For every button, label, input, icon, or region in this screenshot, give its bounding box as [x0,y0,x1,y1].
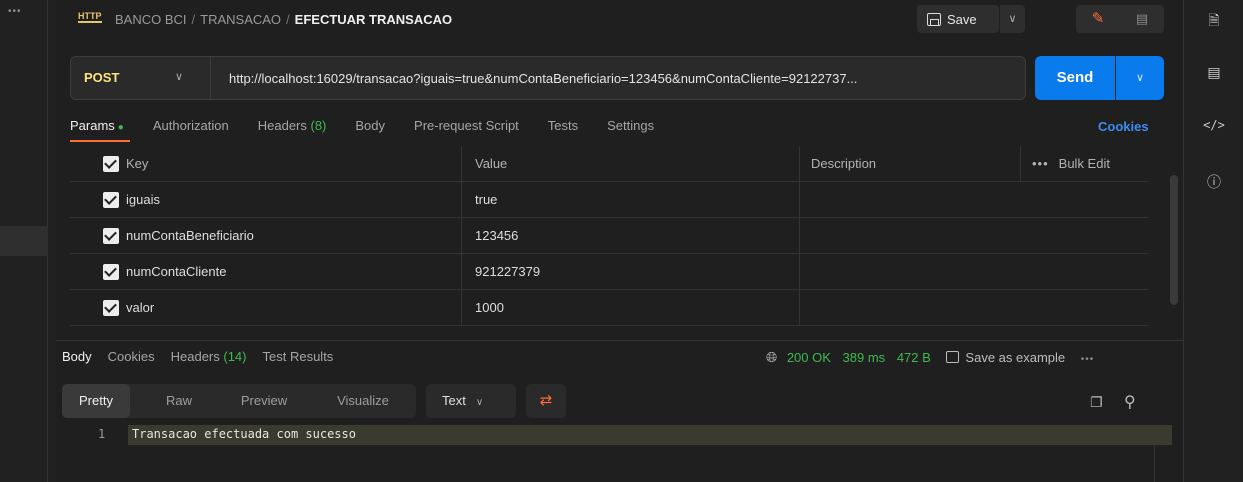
param-key[interactable]: numContaCliente [126,254,226,290]
key-column-header: Key [126,156,149,171]
cookies-link[interactable]: Cookies [1098,119,1149,134]
response-tabs: Body Cookies Headers (14) Test Results [62,349,349,364]
table-row: valor 1000 [70,290,1148,326]
value-column-header: Value [475,156,508,171]
chevron-down-icon: ∨ [1135,72,1145,84]
param-value[interactable]: 1000 [475,290,504,326]
tab-headers[interactable]: Headers (8) [258,118,327,138]
param-value[interactable]: 921227379 [475,254,540,290]
search-icon[interactable]: ⚲ [1124,392,1136,412]
tab-response-cookies[interactable]: Cookies [108,349,155,364]
send-button[interactable]: Send [1035,56,1115,100]
view-raw[interactable]: Raw [150,384,208,418]
comments-icon[interactable]: ▤ [1184,64,1243,81]
tab-tests[interactable]: Tests [548,118,578,138]
response-size[interactable]: 472 B [897,350,931,365]
select-all-checkbox[interactable] [103,156,119,172]
response-body-text[interactable]: Transacao efectuada com sucesso [132,427,356,441]
more-options-icon[interactable]: ••• [1081,354,1095,365]
request-workspace: HTTP BANCO BCI / TRANSACAO / EFECTUAR TRANSA… [56,0,1183,482]
right-sidebar: 🗎︎ ▤ </> ⓘ [1183,0,1243,482]
pencil-icon[interactable]: ✎ [1076,5,1120,33]
status-code[interactable]: 200 OK [787,350,831,365]
editor-scrollbar-track [1154,445,1155,482]
tab-settings[interactable]: Settings [607,118,654,138]
more-options-icon[interactable]: ••• [1032,156,1049,171]
tab-test-results[interactable]: Test Results [263,349,334,364]
param-checkbox[interactable] [103,264,119,280]
url-text: http://localhost:16029/transacao?iguais=… [229,71,858,86]
param-checkbox[interactable] [103,300,119,316]
code-icon[interactable]: </> [1184,118,1243,132]
description-column-header: Description [811,156,877,171]
copy-icon[interactable]: ❐ [1090,394,1103,411]
breadcrumb-folder[interactable]: TRANSACAO [200,12,281,27]
request-header: HTTP BANCO BCI / TRANSACAO / EFECTUAR TRANSA… [56,0,1183,40]
param-key[interactable]: valor [126,290,154,326]
param-value[interactable]: 123456 [475,218,518,254]
headers-count: (8) [310,118,327,133]
globe-icon[interactable]: 🌐︎ [766,349,777,365]
chevron-down-icon: ∨ [175,71,184,83]
view-pretty[interactable]: Pretty [62,384,130,418]
save-label: Save [947,11,977,27]
param-checkbox[interactable] [103,228,119,244]
param-checkbox[interactable] [103,192,119,208]
documentation-icon[interactable]: 🗎︎ [1184,10,1243,34]
line-number: 1 [98,427,106,441]
more-options-icon[interactable]: ••• [8,6,22,17]
edit-toggle-group: ✎ ▤ [1076,5,1164,33]
params-scrollbar[interactable] [1170,175,1178,305]
breadcrumb-collection[interactable]: BANCO BCI [115,12,187,27]
response-time[interactable]: 389 ms [843,350,886,365]
url-input[interactable]: http://localhost:16029/transacao?iguais=… [210,56,1026,100]
table-row: numContaBeneficiario 123456 [70,218,1148,254]
breadcrumb: BANCO BCI / TRANSACAO / EFECTUAR TRANSACAO [115,12,452,27]
left-sidebar: ••• [0,0,48,482]
view-visualize[interactable]: Visualize [318,384,408,418]
info-icon[interactable]: ⓘ [1184,172,1243,192]
params-table: Key Value Description ••• Bulk Edit iguai… [70,146,1148,326]
bulk-edit-button[interactable]: ••• Bulk Edit [1032,146,1110,182]
save-button[interactable]: Save [917,5,999,33]
params-header-row: Key Value Description ••• Bulk Edit [70,146,1148,182]
method-select[interactable]: POST ∨ [70,56,210,100]
request-name[interactable]: EFECTUAR TRANSACAO [295,12,452,27]
request-tabs: Params ● Authorization Headers (8) Body P… [70,118,683,138]
breadcrumb-separator: / [191,12,196,27]
save-icon [927,12,941,26]
params-active-dot: ● [117,122,124,133]
tab-pre-request-script[interactable]: Pre-request Script [414,118,519,138]
save-options-button[interactable]: ∨ [999,5,1025,33]
chevron-down-icon: ∨ [1008,13,1017,25]
param-value[interactable]: true [475,182,497,218]
save-icon [946,351,960,363]
param-key[interactable]: numContaBeneficiario [126,218,254,254]
method-label: POST [84,70,120,85]
param-key[interactable]: iguais [126,182,160,218]
tab-body[interactable]: Body [355,118,385,138]
http-icon: HTTP [78,11,102,23]
save-as-example-button[interactable]: Save as example [946,350,1065,365]
view-preview[interactable]: Preview [224,384,304,418]
response-headers-count: (14) [223,349,247,364]
send-options-button[interactable]: ∨ [1116,56,1164,100]
tab-authorization[interactable]: Authorization [153,118,229,138]
tab-response-headers[interactable]: Headers (14) [171,349,247,364]
tab-params[interactable]: Params ● [70,118,124,138]
response-meta: 🌐︎ 200 OK 389 ms 472 B Save as example •… [766,349,1094,366]
chevron-down-icon: ∨ [475,397,484,408]
table-row: numContaCliente 921227379 [70,254,1148,290]
comment-icon[interactable]: ▤ [1120,5,1164,33]
table-row: iguais true [70,182,1148,218]
sidebar-selected-item[interactable] [0,226,48,256]
format-select[interactable]: Text ∨ [426,384,516,418]
pane-divider[interactable] [56,340,1183,341]
code-line: 1 Transacao efectuada com sucesso [62,425,1172,445]
view-mode-segment: Pretty Raw Preview Visualize [62,384,416,418]
tab-response-body[interactable]: Body [62,349,92,364]
breadcrumb-separator: / [286,12,290,27]
wrap-lines-icon[interactable]: ⇄ [526,384,566,418]
active-tab-indicator [70,140,130,142]
